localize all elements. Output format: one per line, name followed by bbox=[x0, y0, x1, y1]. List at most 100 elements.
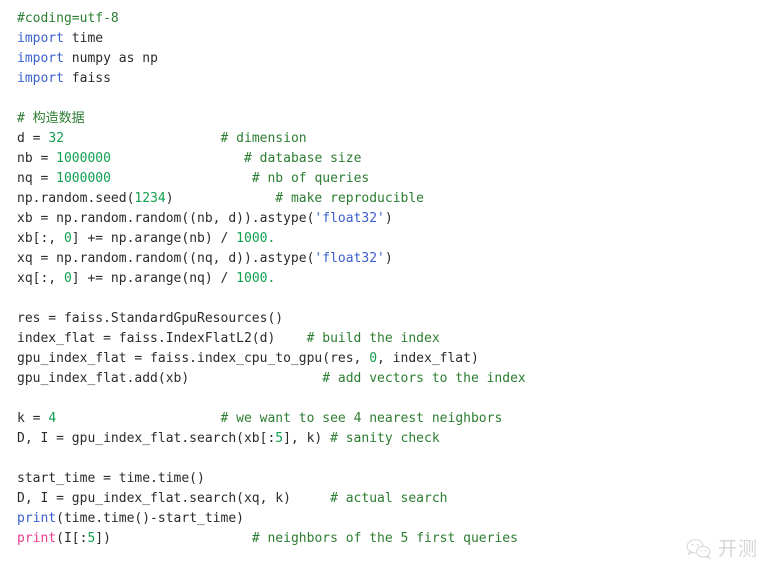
code-line: print(I[:5]) # neighbors of the 5 first … bbox=[17, 529, 757, 549]
code-token: import bbox=[17, 51, 64, 66]
code-token: 32 bbox=[48, 131, 64, 146]
code-token: xq = np.random.random((nq, d)).astype( bbox=[17, 251, 315, 266]
code-token: # add vectors to the index bbox=[322, 371, 526, 386]
code-token: 1000000 bbox=[56, 151, 111, 166]
code-token: #coding=utf-8 bbox=[17, 11, 119, 26]
code-token: 'float32' bbox=[314, 211, 385, 226]
code-token: print bbox=[17, 531, 57, 546]
watermark-text: 开测 bbox=[717, 538, 758, 560]
code-token: ) bbox=[165, 191, 174, 206]
code-token: time bbox=[63, 31, 104, 46]
code-token: # actual search bbox=[330, 491, 448, 506]
code-line: nq = 1000000 # nb of queries bbox=[17, 169, 757, 189]
code-token: 1000000 bbox=[56, 171, 111, 186]
code-token: # dimension bbox=[220, 131, 307, 146]
code-line: import numpy as np bbox=[17, 49, 757, 69]
code-token: np bbox=[134, 51, 158, 66]
code-token: ) bbox=[384, 211, 393, 226]
code-token: ] += np.arange(nq) / bbox=[71, 271, 237, 286]
code-line: xq = np.random.random((nq, d)).astype('f… bbox=[17, 249, 757, 269]
code-block: #coding=utf-8 import time import numpy as … bbox=[17, 9, 757, 549]
code-token: res = faiss.StandardGpuResources() bbox=[17, 311, 284, 326]
code-line: start_time = time.time() bbox=[17, 469, 757, 489]
code-token: xb[:, bbox=[17, 231, 64, 246]
code-token: # nb of queries bbox=[251, 171, 370, 186]
code-token: 1000. bbox=[236, 271, 276, 286]
code-token: ]) bbox=[95, 531, 111, 546]
code-token: # 构造数据 bbox=[17, 111, 85, 126]
code-token: d = bbox=[17, 131, 49, 146]
code-token: index_flat = faiss.IndexFlatL2(d) bbox=[17, 331, 276, 346]
code-token: gpu_index_flat.add(xb) bbox=[17, 371, 190, 386]
code-token: print bbox=[17, 511, 57, 526]
code-line: nb = 1000000 # database size bbox=[17, 149, 757, 169]
code-token: ] += np.arange(nb) / bbox=[71, 231, 237, 246]
code-token: ) bbox=[384, 251, 393, 266]
code-token: D, I = gpu_index_flat.search(xb[: bbox=[17, 431, 276, 446]
code-line: res = faiss.StandardGpuResources() bbox=[17, 309, 757, 329]
code-line: #coding=utf-8 bbox=[17, 9, 757, 29]
code-line: import time bbox=[17, 29, 757, 49]
code-token: k = bbox=[17, 411, 49, 426]
code-token: # we want to see 4 nearest neighbors bbox=[220, 411, 503, 426]
code-token: 4 bbox=[48, 411, 57, 426]
code-token: D, I = gpu_index_flat.search(xq, k) bbox=[17, 491, 291, 506]
code-token: numpy bbox=[63, 51, 119, 66]
code-token: import bbox=[17, 71, 64, 86]
code-token: start_time = time.time() bbox=[17, 471, 205, 486]
code-token: gpu_index_flat = faiss.index_cpu_to_gpu(… bbox=[17, 351, 370, 366]
code-token: 0 bbox=[63, 231, 72, 246]
code-line: gpu_index_flat.add(xb) # add vectors to … bbox=[17, 369, 757, 389]
code-line: # 构造数据 bbox=[17, 109, 757, 129]
code-token: # make reproducible bbox=[275, 191, 425, 206]
code-line: np.random.seed(1234) # make reproducible bbox=[17, 189, 757, 209]
code-token: # build the index bbox=[306, 331, 440, 346]
code-token: # neighbors of the 5 first queries bbox=[251, 531, 518, 546]
wechat-icon bbox=[686, 539, 711, 559]
code-line: import faiss bbox=[17, 69, 757, 89]
code-line: D, I = gpu_index_flat.search(xb[:5], k) … bbox=[17, 429, 757, 449]
code-line: k = 4 # we want to see 4 nearest neighbo… bbox=[17, 409, 757, 429]
code-token: faiss bbox=[63, 71, 111, 86]
code-line: xb = np.random.random((nb, d)).astype('f… bbox=[17, 209, 757, 229]
code-token: 5 bbox=[275, 431, 284, 446]
code-line: gpu_index_flat = faiss.index_cpu_to_gpu(… bbox=[17, 349, 757, 369]
code-token: # sanity check bbox=[330, 431, 440, 446]
code-line: xq[:, 0] += np.arange(nq) / 1000. bbox=[17, 269, 757, 289]
code-token: (time.time()-start_time) bbox=[56, 511, 244, 526]
code-token: xb = np.random.random((nb, d)).astype( bbox=[17, 211, 315, 226]
code-line: D, I = gpu_index_flat.search(xq, k) # ac… bbox=[17, 489, 757, 509]
code-token: import bbox=[17, 31, 64, 46]
code-token: 1000. bbox=[236, 231, 276, 246]
code-token: nq = bbox=[17, 171, 57, 186]
code-token: 0 bbox=[369, 351, 378, 366]
code-token: , index_flat) bbox=[377, 351, 479, 366]
code-token: 'float32' bbox=[314, 251, 385, 266]
code-line: xb[:, 0] += np.arange(nb) / 1000. bbox=[17, 229, 757, 249]
code-token: # database size bbox=[244, 151, 362, 166]
code-token: ], k) bbox=[283, 431, 331, 446]
watermark: 开测 bbox=[686, 538, 758, 560]
code-token: 0 bbox=[63, 271, 72, 286]
code-line: index_flat = faiss.IndexFlatL2(d) # buil… bbox=[17, 329, 757, 349]
code-token: 1234 bbox=[134, 191, 166, 206]
code-token: (I[: bbox=[56, 531, 88, 546]
code-token: xq[:, bbox=[17, 271, 64, 286]
code-token: as bbox=[118, 51, 135, 66]
code-token: np.random.seed( bbox=[17, 191, 135, 206]
code-line: print(time.time()-start_time) bbox=[17, 509, 757, 529]
code-token: nb = bbox=[17, 151, 57, 166]
